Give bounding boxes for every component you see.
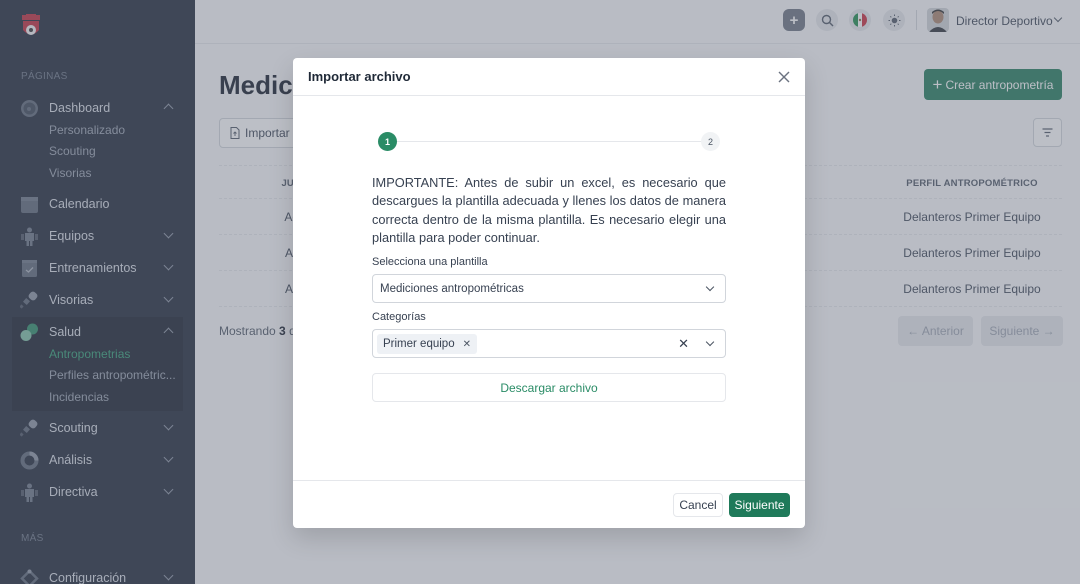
modal-header: Importar archivo [293,58,805,96]
import-file-modal: Importar archivo 1 2 IMPORTANTE: Antes d… [293,58,805,528]
next-button[interactable]: Siguiente [729,493,790,517]
download-file-button[interactable]: Descargar archivo [372,373,726,402]
modal-footer-divider [293,480,805,481]
close-button[interactable] [776,69,792,85]
categories-label: Categorías [372,311,426,323]
close-icon [778,71,790,83]
modal-title: Importar archivo [308,69,411,84]
template-label: Selecciona una plantilla [372,256,488,268]
step-2-indicator: 2 [701,132,720,151]
cancel-button[interactable]: Cancel [673,493,723,517]
template-select-value: Mediciones antropométricas [380,283,524,295]
stepper: 1 2 [378,132,720,152]
remove-chip-icon[interactable]: ✕ [463,339,471,350]
categories-multiselect[interactable]: Primer equipo ✕ ✕ [372,329,726,358]
chevron-down-icon [705,282,715,292]
template-select[interactable]: Mediciones antropométricas [372,274,726,303]
important-notice: IMPORTANTE: Antes de subir un excel, es … [372,175,726,245]
chevron-down-icon [705,337,715,347]
stepper-line [390,141,708,142]
step-1-indicator: 1 [378,132,397,151]
category-chip: Primer equipo ✕ [377,334,477,354]
clear-selection-icon[interactable]: ✕ [678,336,689,352]
